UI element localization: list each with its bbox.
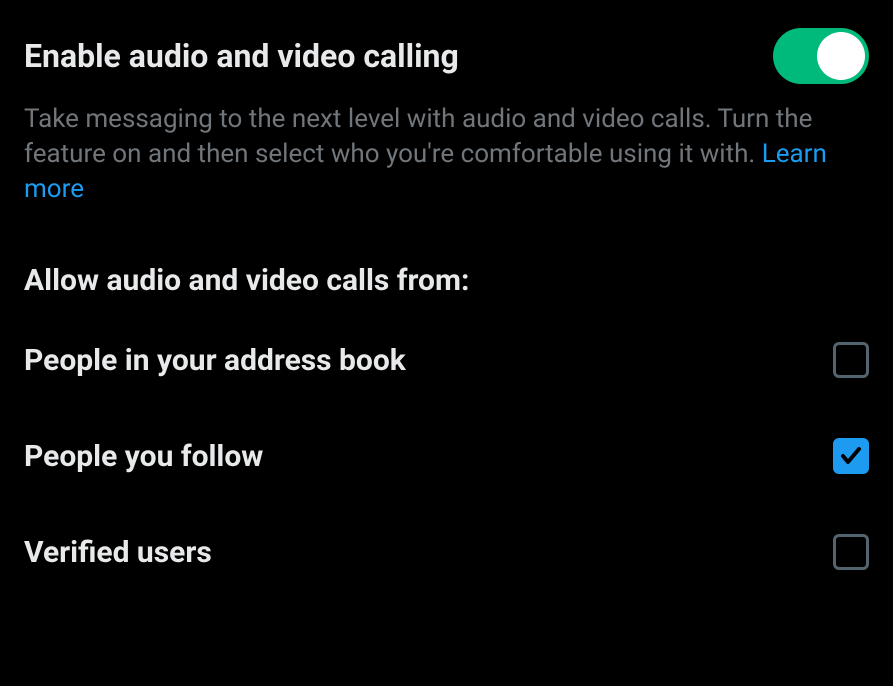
enable-calling-row: Enable audio and video calling	[24, 28, 869, 84]
enable-calling-title: Enable audio and video calling	[24, 37, 459, 75]
enable-calling-description: Take messaging to the next level with au…	[24, 102, 869, 207]
option-verified-label: Verified users	[24, 535, 212, 570]
checkmark-icon	[839, 444, 863, 468]
option-people-follow-checkbox[interactable]	[833, 438, 869, 474]
option-people-follow-row: People you follow	[24, 438, 869, 474]
option-address-book-row: People in your address book	[24, 342, 869, 378]
toggle-knob-icon	[817, 32, 865, 80]
option-verified-checkbox[interactable]	[833, 534, 869, 570]
option-verified-row: Verified users	[24, 534, 869, 570]
allow-from-title: Allow audio and video calls from:	[24, 263, 869, 298]
option-people-follow-label: People you follow	[24, 439, 263, 474]
description-text: Take messaging to the next level with au…	[24, 104, 812, 169]
option-address-book-checkbox[interactable]	[833, 342, 869, 378]
option-address-book-label: People in your address book	[24, 343, 406, 378]
enable-calling-toggle[interactable]	[773, 28, 869, 84]
